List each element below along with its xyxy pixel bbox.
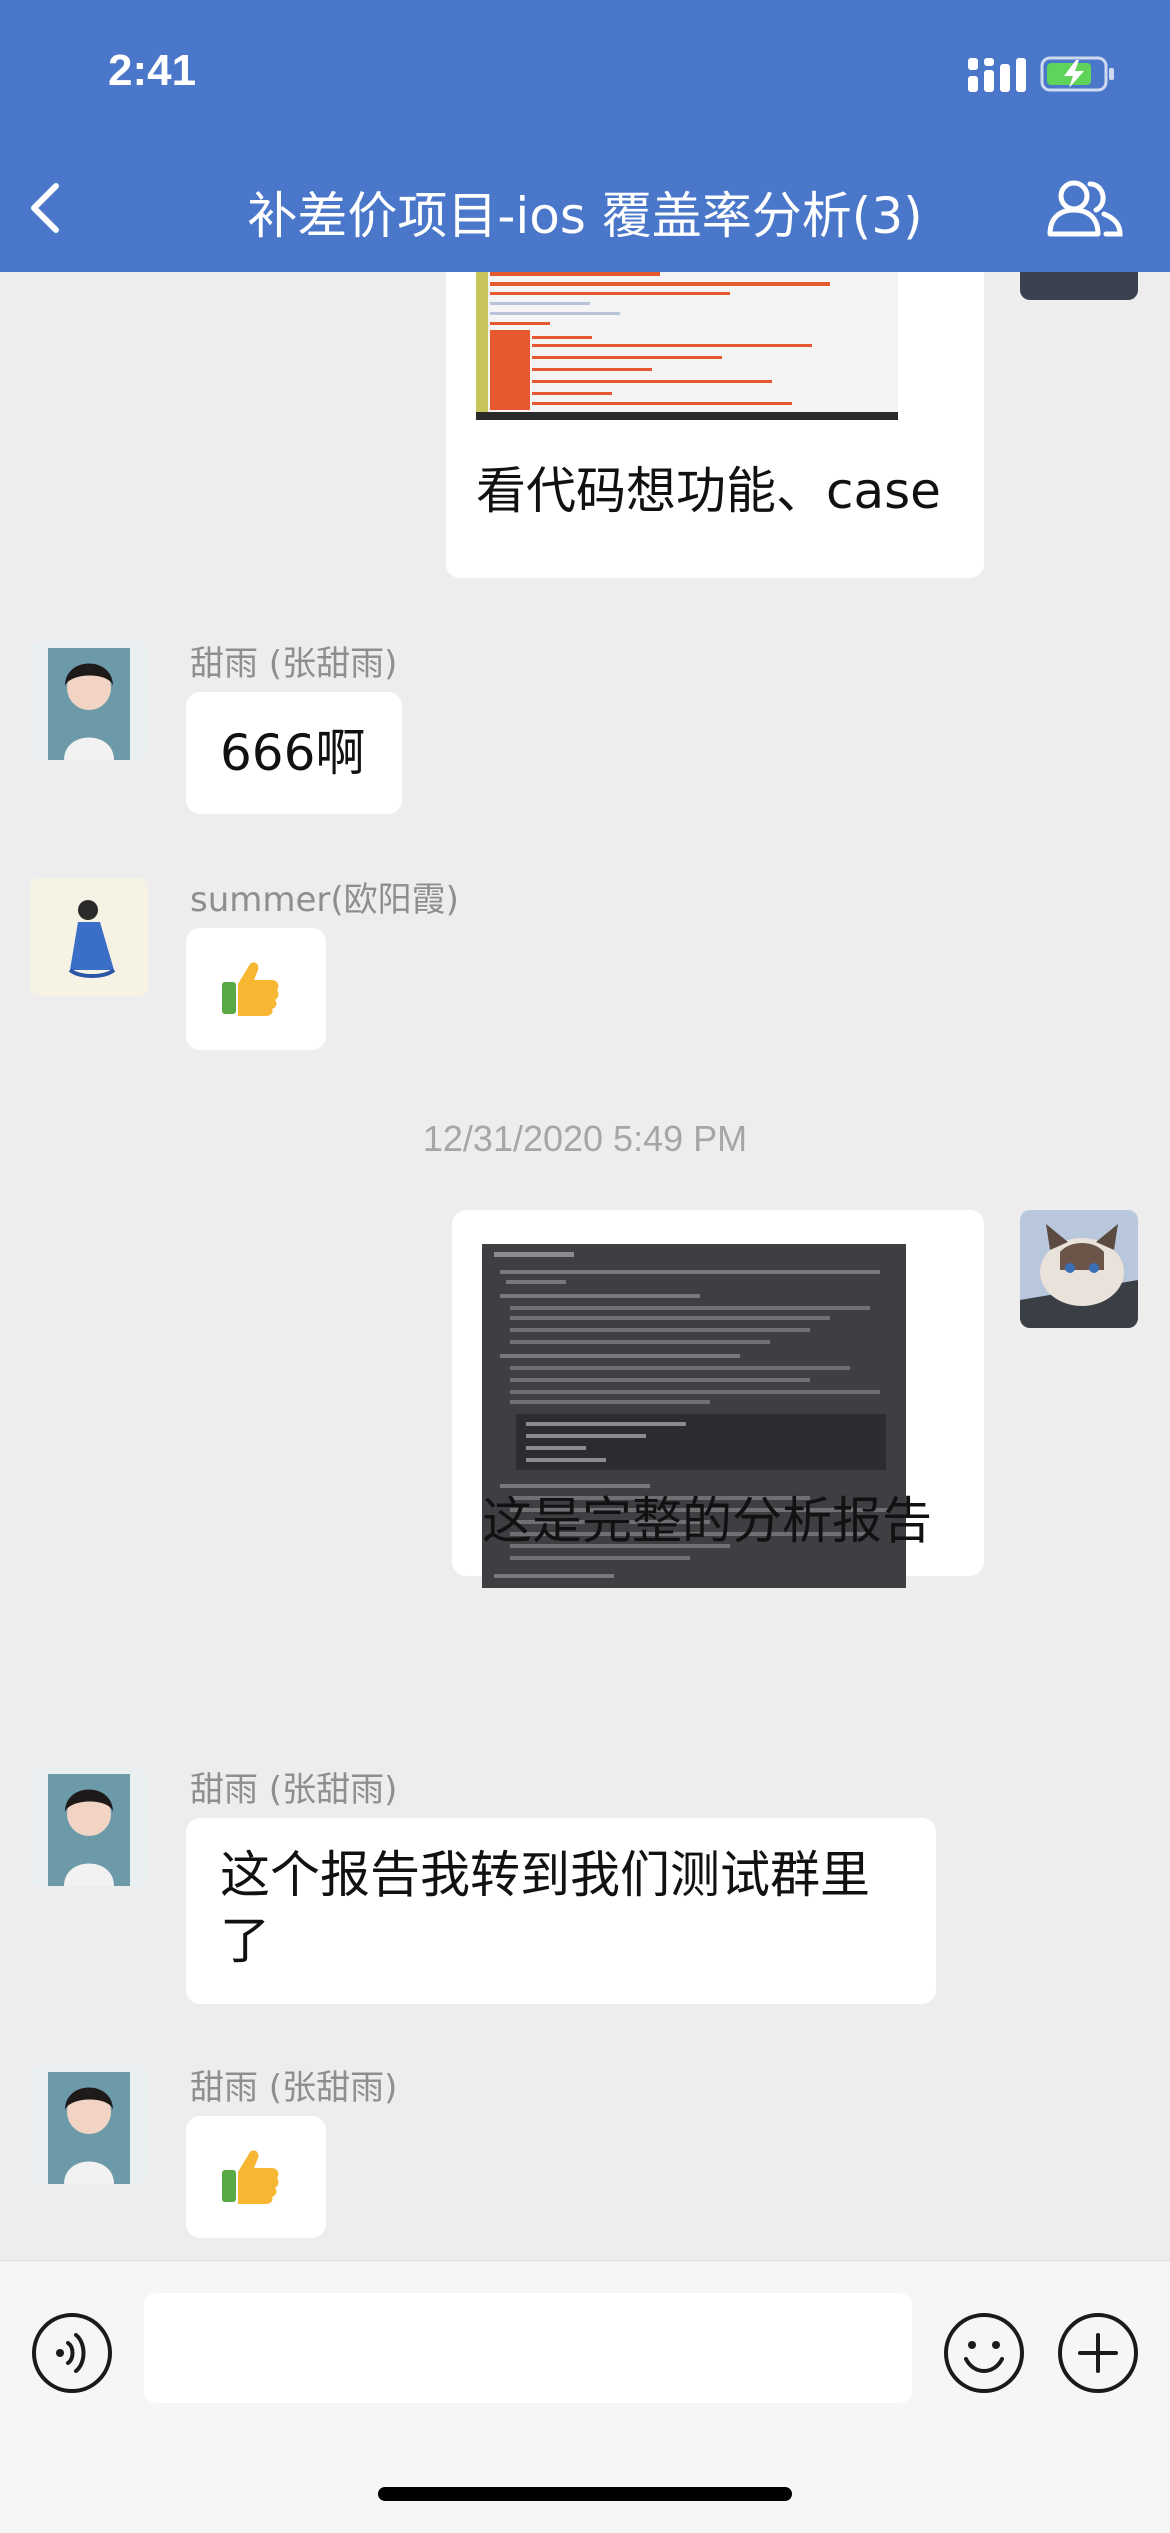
avatar-self[interactable] [1020,272,1138,300]
sender-name: 甜雨 (张甜雨) [190,2068,398,2108]
emoji-icon[interactable] [942,2311,1026,2395]
message-text: 666啊 [220,724,366,782]
message-text: 这是完整的分析报告 [482,1492,932,1550]
status-time: 2:41 [108,46,197,95]
thumbs-up-icon [222,2150,279,2204]
sender-name: summer(欧阳霞) [190,880,459,920]
avatar-tianyu[interactable] [30,1768,148,1886]
message-bubble-incoming[interactable]: 这个报告我转到我们测试群里了 [186,1818,936,2004]
chat-title: 补差价项目-ios 覆盖率分析(3) [247,187,923,245]
avatar-tianyu[interactable] [30,2066,148,2184]
top-bar: 2:41 补差价项目-ios 覆盖率分析(3) [0,0,1170,272]
message-input-bar [0,2260,1170,2533]
cellular-signal-icon [968,58,1026,92]
sender-name: 甜雨 (张甜雨) [190,644,398,684]
message-bubble-outgoing[interactable]: 看代码想功能、case [446,272,984,578]
message-text: 看代码想功能、case [476,462,941,520]
message-bubble-outgoing[interactable]: 这是完整的分析报告 [452,1210,984,1588]
thumbs-up-icon [222,962,279,1016]
home-indicator [378,2487,792,2501]
chat-message-list[interactable]: 看代码想功能、case 甜雨 (张甜雨) 666啊 summer(欧阳霞) 12… [0,272,1170,2260]
avatar-summer[interactable] [30,878,148,996]
add-attachment-icon[interactable] [1056,2311,1140,2395]
timestamp: 12/31/2020 5:49 PM [422,1118,748,1159]
battery-charging-icon [1040,56,1114,92]
voice-input-icon[interactable] [30,2311,114,2395]
message-bubble-incoming[interactable] [186,2116,326,2238]
back-chevron-icon[interactable] [22,178,70,238]
avatar-self[interactable] [1020,1210,1138,1328]
sender-name: 甜雨 (张甜雨) [190,1770,398,1810]
message-text-field[interactable] [144,2293,912,2403]
avatar-tianyu[interactable] [30,642,148,760]
message-bubble-incoming[interactable] [186,928,326,1050]
message-bubble-incoming[interactable]: 666啊 [186,692,402,814]
code-screenshot-thumbnail[interactable] [476,272,898,420]
group-members-icon[interactable] [1044,176,1124,240]
message-text: 这个报告我转到我们测试群里了 [220,1846,870,1970]
